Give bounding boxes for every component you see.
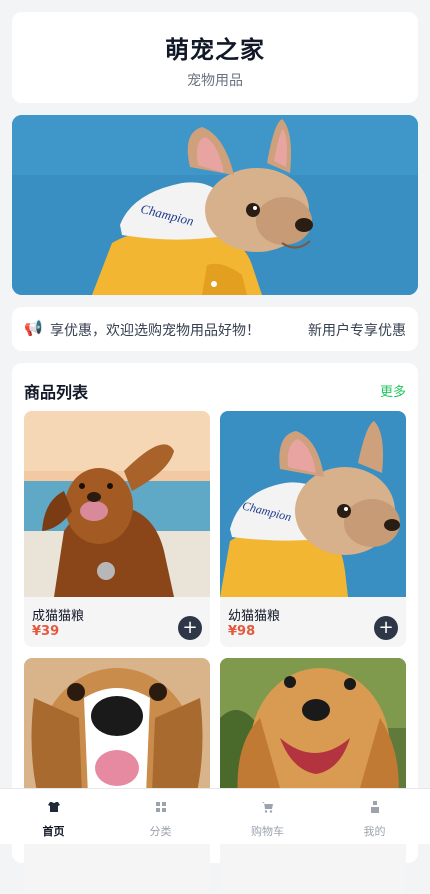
product-image — [24, 411, 210, 597]
page-title: 萌宠之家 — [165, 36, 265, 64]
tab-cart[interactable]: 购物车 — [214, 789, 321, 844]
product-card[interactable]: Champion 幼猫猫粮 ¥98 + — [220, 411, 406, 647]
tab-label: 购物车 — [251, 825, 284, 838]
carousel-indicator-dot[interactable] — [211, 281, 217, 287]
tab-category[interactable]: 分类 — [107, 789, 214, 844]
bottom-tab-bar: 首页 分类 购物车 我的 — [0, 788, 430, 844]
tab-profile[interactable]: 我的 — [321, 789, 428, 844]
shirt-icon — [0, 801, 107, 813]
notice-scrolling-text: 享优惠，欢迎选购宠物用品好物！ — [50, 323, 260, 339]
product-card[interactable]: 成猫猫粮 ¥39 + — [24, 411, 210, 647]
tab-label: 首页 — [42, 825, 65, 838]
tab-home[interactable]: 首页 — [0, 789, 107, 844]
notice-bar[interactable]: 📢 享优惠，欢迎选购宠物用品好物！ 新用户专享优惠 — [12, 307, 418, 351]
product-card[interactable] — [24, 658, 210, 894]
page-subtitle: 宠物用品 — [187, 73, 243, 89]
add-to-cart-button[interactable]: + — [374, 616, 398, 640]
banner-carousel[interactable]: Champion — [12, 115, 418, 295]
grid-icon — [107, 801, 214, 813]
user-icon — [321, 801, 428, 813]
product-image: Champion — [220, 411, 406, 597]
banner-image: Champion — [12, 115, 418, 295]
product-price: ¥98 — [228, 624, 256, 639]
product-name: 幼猫猫粮 — [228, 609, 281, 624]
tab-label: 我的 — [363, 825, 386, 838]
notice-right-text: 新用户专享优惠 — [300, 320, 406, 340]
product-name: 成猫猫粮 — [32, 609, 85, 624]
cart-icon — [214, 801, 321, 813]
add-to-cart-button[interactable]: + — [178, 616, 202, 640]
header-card: 萌宠之家 宠物用品 — [12, 12, 418, 103]
megaphone-icon: 📢 — [24, 319, 43, 337]
product-card[interactable] — [220, 658, 406, 894]
product-price: ¥39 — [32, 624, 60, 639]
section-title: 商品列表 — [24, 383, 89, 402]
more-link[interactable]: 更多 — [380, 381, 406, 400]
tab-label: 分类 — [149, 825, 172, 838]
